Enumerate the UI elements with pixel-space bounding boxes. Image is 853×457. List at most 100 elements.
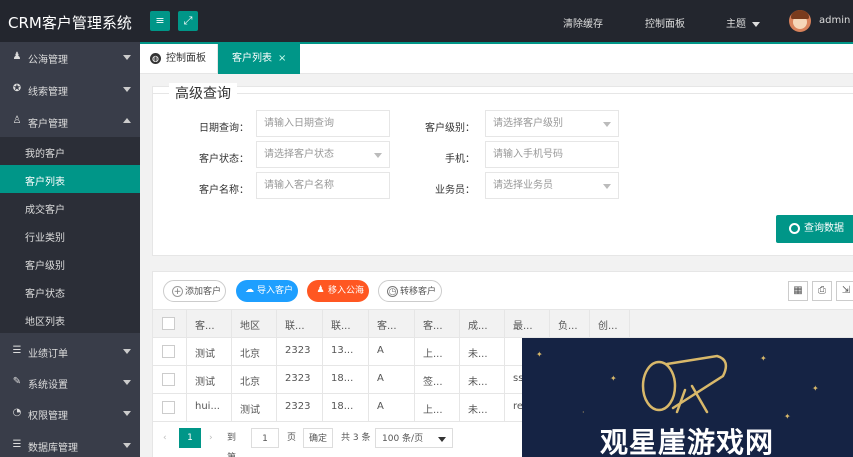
sidebar-subitem-deals[interactable]: 成交客户 [0, 193, 140, 221]
name-input[interactable]: 请输入客户名称 [256, 172, 390, 199]
date-input[interactable]: 请输入日期查询 [256, 110, 390, 137]
query-legend: 高级查询 [169, 83, 237, 103]
advanced-query-panel: 高级查询 日期查询： 请输入日期查询 客户级别： 请选择客户级别 客户状态： 请… [152, 83, 853, 256]
chevron-down-icon [752, 21, 761, 27]
table-cell: A [369, 394, 415, 421]
dashboard-link[interactable]: 控制面板 [645, 15, 685, 30]
sales-placeholder: 请选择业务员 [493, 180, 553, 191]
row-checkbox[interactable] [162, 373, 175, 386]
sidebar-subitem-label: 客户列表 [25, 177, 65, 188]
table-cell: 18... [323, 394, 369, 421]
sidebar-item-public-pool[interactable]: ♟ 公海管理 [0, 42, 140, 72]
theme-label: 主题 [726, 19, 746, 30]
tab-customer-list[interactable]: 客户列表 × [218, 44, 300, 74]
page-number-current[interactable]: 1 [179, 428, 201, 448]
avatar[interactable] [789, 10, 811, 32]
table-cell: 测试 [187, 366, 232, 393]
phone-label: 手机： [445, 154, 475, 165]
user-name[interactable]: admin [819, 15, 850, 26]
table-header-cell[interactable]: 负... [550, 310, 590, 337]
chevron-down-icon [123, 380, 131, 385]
per-page-select[interactable]: 100 条/页 [375, 428, 453, 448]
table-cell: 未... [460, 366, 505, 393]
chevron-up-icon [123, 118, 131, 123]
sidebar-subitem-label: 行业类别 [25, 233, 65, 244]
import-customer-button[interactable]: ☁ 导入客户 [236, 280, 298, 302]
sidebar-item-settings[interactable]: ✎ 系统设置 [0, 367, 140, 397]
globe-icon: ◍ [150, 53, 161, 64]
select-all-checkbox[interactable] [162, 317, 175, 330]
fullscreen-button[interactable]: ⤢ [178, 11, 198, 31]
table-header-cell[interactable]: 成... [460, 310, 505, 337]
watermark-overlay: ✦ ✦ ✦ ✦ · ✦ 观星崖游戏网 [522, 338, 853, 457]
level-placeholder: 请选择客户级别 [493, 118, 563, 129]
chevron-down-icon [123, 87, 131, 92]
table-header-cell[interactable]: 客... [415, 310, 460, 337]
goto-confirm-button[interactable]: 确定 [303, 428, 333, 448]
table-header-cell[interactable]: 联... [277, 310, 323, 337]
sales-label: 业务员： [435, 185, 475, 196]
total-count: 共 3 条 [341, 433, 371, 443]
prev-page-icon[interactable]: ‹ [163, 428, 167, 448]
sidebar-subitem-region[interactable]: 地区列表 [0, 305, 140, 333]
sidebar-item-leads[interactable]: ✪ 线索管理 [0, 74, 140, 104]
sidebar-subitem-status[interactable]: 客户状态 [0, 277, 140, 305]
table-header-row: 客... 地区 联... 联... 客... 客... 成... 最... 负.… [153, 310, 853, 338]
sidebar-subitem-industry[interactable]: 行业类别 [0, 221, 140, 249]
status-select[interactable]: 请选择客户状态 [256, 141, 390, 168]
sidebar-subitem-customer-list[interactable]: 客户列表 [0, 165, 140, 193]
gauge-icon: ◔ [12, 407, 22, 418]
button-label: 导入客户 [257, 286, 294, 296]
menu-toggle-button[interactable]: ≡ [150, 11, 170, 31]
theme-dropdown[interactable]: 主题 [726, 15, 761, 30]
table-header-cell[interactable]: 地区 [232, 310, 277, 337]
chevron-down-icon [603, 184, 611, 189]
sidebar-subitem-label: 客户级别 [25, 261, 65, 272]
clear-cache-link[interactable]: 清除缓存 [563, 15, 603, 30]
sidebar-item-database[interactable]: ☰ 数据库管理 [0, 430, 140, 457]
sidebar-item-permissions[interactable]: ◔ 权限管理 [0, 398, 140, 428]
sidebar-subitem-my-customers[interactable]: 我的客户 [0, 137, 140, 165]
row-checkbox[interactable] [162, 401, 175, 414]
app-title: CRM客户管理系统 [8, 14, 132, 32]
columns-icon[interactable]: ▦ [788, 281, 808, 301]
sidebar-item-label: 线索管理 [28, 87, 68, 98]
close-icon[interactable]: × [278, 44, 286, 74]
sidebar-subitem-level[interactable]: 客户级别 [0, 249, 140, 277]
print-icon[interactable]: ⎙ [812, 281, 832, 301]
table-header-cell[interactable]: 客... [187, 310, 232, 337]
sidebar-subitem-label: 成交客户 [25, 205, 65, 216]
sidebar-subitem-label: 客户状态 [25, 289, 65, 300]
sidebar: ♟ 公海管理 ✪ 线索管理 ♙ 客户管理 我的客户 客户列表 成交客户 行业类别… [0, 42, 140, 457]
sidebar-item-label: 公海管理 [28, 55, 68, 66]
wrench-icon: ✎ [12, 376, 22, 387]
table-header-cell[interactable]: 客... [369, 310, 415, 337]
table-header-cell[interactable]: 联... [323, 310, 369, 337]
tab-label: 控制面板 [166, 53, 206, 64]
table-cell: 上... [415, 338, 460, 365]
level-select[interactable]: 请选择客户级别 [485, 110, 619, 137]
page-suffix: 页 [287, 433, 297, 443]
table-cell: 18... [323, 366, 369, 393]
chevron-down-icon [374, 153, 382, 158]
search-icon [789, 223, 800, 234]
export-icon[interactable]: ⇲ [836, 281, 853, 301]
sidebar-item-orders[interactable]: ☰ 业绩订单 [0, 336, 140, 366]
next-page-icon[interactable]: › [209, 428, 213, 448]
table-header-cell[interactable]: 创... [590, 310, 630, 337]
sales-select[interactable]: 请选择业务员 [485, 172, 619, 199]
table-header-cell[interactable]: 最... [505, 310, 550, 337]
move-to-public-button[interactable]: ♟ 移入公海 [307, 280, 369, 302]
phone-input[interactable]: 请输入手机号码 [485, 141, 619, 168]
row-checkbox[interactable] [162, 345, 175, 358]
sidebar-item-customers[interactable]: ♙ 客户管理 [0, 106, 140, 136]
chevron-down-icon [123, 55, 131, 60]
chevron-down-icon [438, 437, 446, 442]
tab-dashboard[interactable]: ◍ 控制面板 [140, 44, 218, 74]
goto-label: 到第 [227, 433, 237, 457]
table-cell: 测试 [232, 394, 277, 421]
transfer-customer-button[interactable]: ◷ 转移客户 [378, 280, 442, 302]
add-customer-button[interactable]: + 添加客户 [163, 280, 226, 302]
page-input[interactable]: 1 [251, 428, 279, 448]
search-button[interactable]: 查询数据 [776, 215, 853, 243]
